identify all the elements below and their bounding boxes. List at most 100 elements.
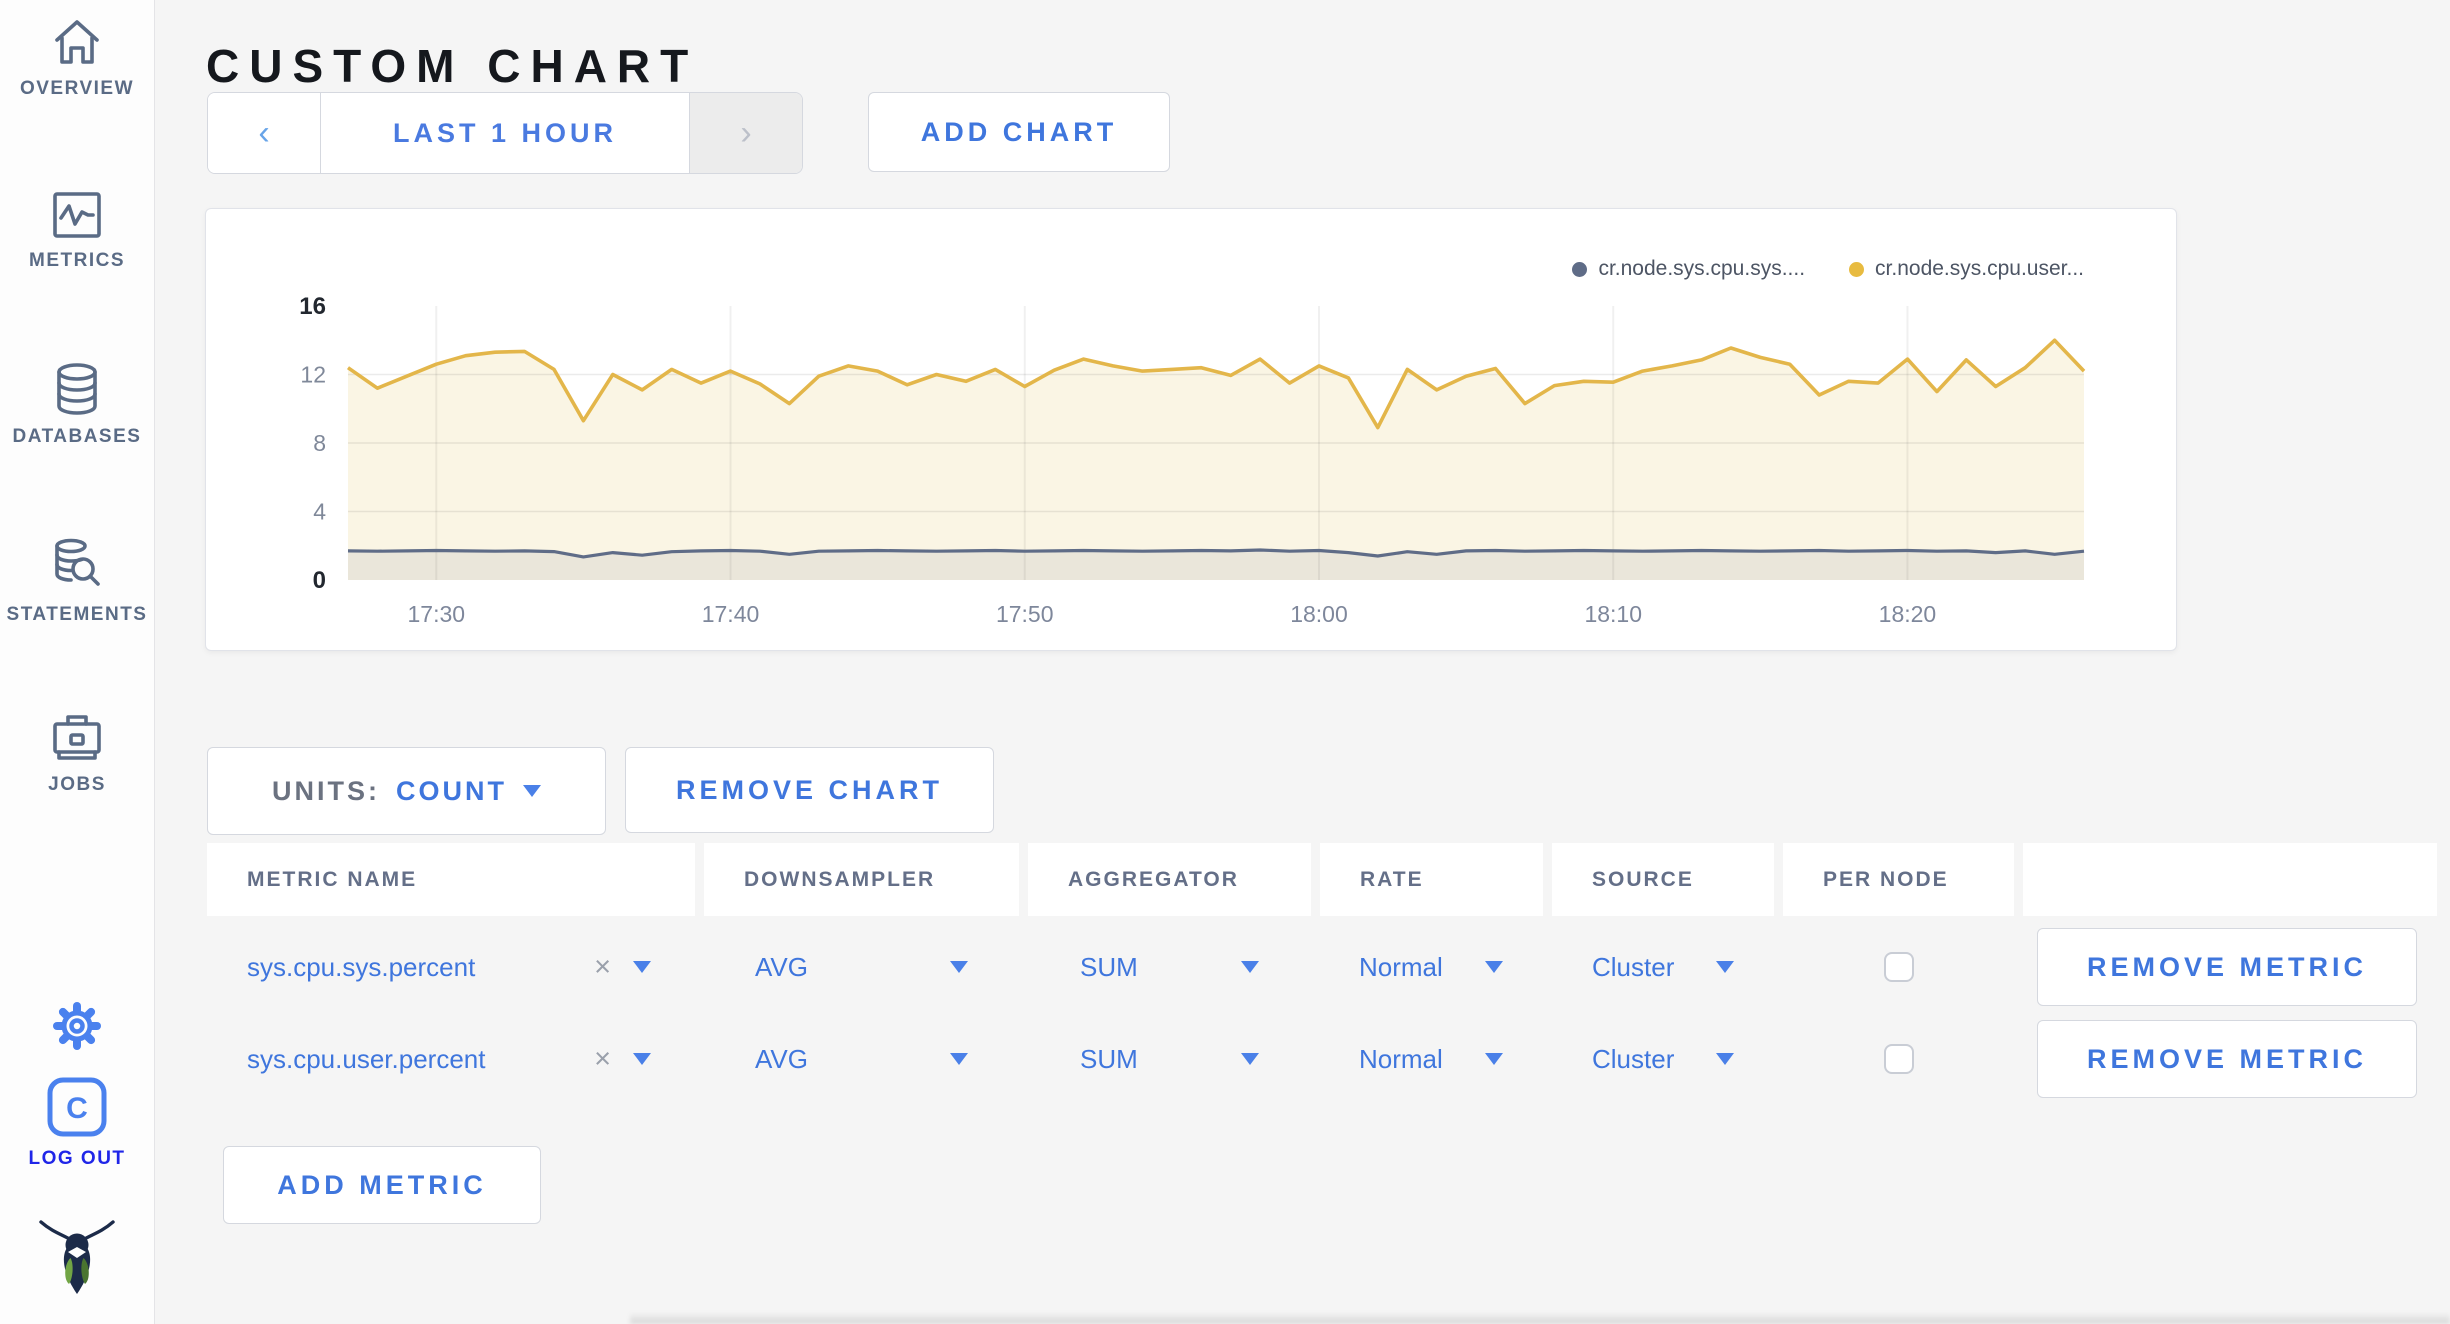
remove-metric-button[interactable]: REMOVE METRIC (2037, 928, 2417, 1006)
svg-text:18:00: 18:00 (1290, 601, 1348, 627)
chevron-left-icon: ‹ (258, 113, 270, 152)
chevron-down-icon (950, 961, 968, 973)
add-metric-button[interactable]: ADD METRIC (223, 1146, 541, 1224)
database-icon (0, 362, 154, 416)
cockroach-logo (0, 1214, 154, 1300)
actions-cell: REMOVE METRIC (2023, 928, 2437, 1006)
downsampler-value: AVG (755, 951, 808, 982)
svg-text:C: C (66, 1092, 88, 1125)
downsampler-cell[interactable]: AVG (704, 928, 1019, 1006)
chevron-down-icon (1716, 961, 1734, 973)
legend-dot-sys (1572, 261, 1588, 277)
chart-card: 0 4 8 12 16 17:30 17:40 17:50 18:00 18:10 18:20 cr… (205, 208, 2177, 651)
legend-entry-sys[interactable]: cr.node.sys.cpu.sys.... (1572, 257, 1805, 281)
svg-text:17:30: 17:30 (407, 601, 465, 627)
sidebar-item-jobs[interactable]: JOBS (0, 710, 154, 796)
time-range-next-button[interactable]: › (689, 93, 802, 173)
sidebar-settings[interactable] (0, 998, 154, 1054)
sidebar-item-label: DATABASES (12, 426, 142, 447)
aggregator-value: SUM (1080, 951, 1138, 982)
svg-text:4: 4 (313, 499, 326, 525)
aggregator-cell[interactable]: SUM (1028, 1020, 1311, 1098)
column-header-metric-name: METRIC NAME (207, 843, 695, 916)
sidebar-item-label: OVERVIEW (19, 78, 135, 99)
gear-icon (0, 998, 154, 1054)
column-header-actions (2023, 843, 2437, 916)
per-node-cell (1783, 928, 2014, 1006)
chevron-down-icon (1241, 1053, 1259, 1065)
aggregator-value: SUM (1080, 1043, 1138, 1074)
svg-text:0: 0 (313, 567, 326, 594)
remove-metric-button[interactable]: REMOVE METRIC (2037, 1020, 2417, 1098)
sidebar-item-overview[interactable]: OVERVIEW (0, 16, 154, 100)
source-value: Cluster (1592, 1043, 1675, 1074)
per-node-checkbox[interactable] (1883, 952, 1914, 982)
page-title: CUSTOM CHART (206, 39, 699, 92)
rate-cell[interactable]: Normal (1320, 1020, 1543, 1098)
rate-value: Normal (1359, 951, 1443, 982)
legend-label: cr.node.sys.cpu.user... (1875, 257, 2084, 280)
downsampler-value: AVG (755, 1043, 808, 1074)
logout-label: LOG OUT (28, 1148, 126, 1169)
column-header-downsampler: DOWNSAMPLER (704, 843, 1019, 916)
time-range-selector: ‹ LAST 1 HOUR › (207, 92, 803, 174)
cockroach-c-icon: C (0, 1076, 154, 1138)
source-value: Cluster (1592, 951, 1675, 982)
legend-label: cr.node.sys.cpu.sys.... (1598, 257, 1806, 280)
column-header-per-node: PER NODE (1783, 843, 2014, 916)
actions-cell: REMOVE METRIC (2023, 1020, 2437, 1098)
table-row: sys.cpu.sys.percent × AVG SUM Normal Clu… (207, 928, 2437, 1006)
statements-icon (0, 538, 154, 594)
sidebar: OVERVIEW METRICS DATABASES STATEMENTS JO… (0, 0, 155, 1324)
chevron-right-icon: › (740, 113, 752, 152)
column-header-rate: RATE (1320, 843, 1543, 916)
metric-name-cell: sys.cpu.sys.percent × (207, 928, 695, 1006)
metric-name-dropdown[interactable]: sys.cpu.user.percent (247, 1044, 485, 1075)
clear-metric-icon[interactable]: × (594, 1043, 611, 1076)
time-range-label[interactable]: LAST 1 HOUR (321, 93, 689, 173)
sidebar-item-label: METRICS (29, 250, 125, 271)
cockroach-bug-icon (0, 1214, 154, 1300)
svg-text:18:20: 18:20 (1879, 601, 1937, 627)
sidebar-item-metrics[interactable]: METRICS (0, 190, 154, 272)
column-header-source: SOURCE (1552, 843, 1774, 916)
svg-text:12: 12 (300, 362, 326, 388)
svg-text:17:40: 17:40 (702, 601, 760, 627)
home-icon (0, 16, 154, 68)
remove-chart-button[interactable]: REMOVE CHART (625, 747, 994, 833)
time-range-prev-button[interactable]: ‹ (208, 93, 321, 173)
chevron-down-icon[interactable] (633, 961, 651, 973)
per-node-checkbox[interactable] (1883, 1044, 1914, 1074)
source-cell[interactable]: Cluster (1552, 1020, 1774, 1098)
sidebar-item-statements[interactable]: STATEMENTS (0, 538, 154, 626)
sidebar-logout[interactable]: C LOG OUT (0, 1076, 154, 1170)
clear-metric-icon[interactable]: × (594, 951, 611, 984)
svg-text:16: 16 (299, 293, 326, 320)
chevron-down-icon (1241, 961, 1259, 973)
chart-legend: cr.node.sys.cpu.sys.... cr.node.sys.cpu.… (1572, 257, 2084, 281)
legend-entry-user[interactable]: cr.node.sys.cpu.user... (1849, 257, 2084, 281)
chevron-down-icon (1716, 1053, 1734, 1065)
sidebar-item-label: STATEMENTS (6, 604, 148, 625)
metric-name-dropdown[interactable]: sys.cpu.sys.percent (247, 952, 475, 983)
metric-name-cell: sys.cpu.user.percent × (207, 1020, 695, 1098)
source-cell[interactable]: Cluster (1552, 928, 1774, 1006)
units-value: COUNT (396, 775, 507, 806)
metrics-icon (0, 190, 154, 240)
downsampler-cell[interactable]: AVG (704, 1020, 1019, 1098)
table-row: sys.cpu.user.percent × AVG SUM Normal Cl… (207, 1020, 2437, 1098)
bottom-scroll-shadow (630, 1312, 2450, 1324)
units-dropdown[interactable]: UNITS: COUNT (207, 747, 606, 835)
chevron-down-icon (1485, 961, 1503, 973)
svg-text:18:10: 18:10 (1584, 601, 1642, 627)
chevron-down-icon (1485, 1053, 1503, 1065)
chevron-down-icon[interactable] (633, 1053, 651, 1065)
metrics-table-header: METRIC NAME DOWNSAMPLER AGGREGATOR RATE … (207, 843, 2437, 916)
sidebar-item-databases[interactable]: DATABASES (0, 362, 154, 448)
svg-text:8: 8 (313, 430, 326, 456)
briefcase-icon (0, 710, 154, 764)
rate-cell[interactable]: Normal (1320, 928, 1543, 1006)
column-header-aggregator: AGGREGATOR (1028, 843, 1311, 916)
add-chart-button[interactable]: ADD CHART (868, 92, 1170, 172)
aggregator-cell[interactable]: SUM (1028, 928, 1311, 1006)
